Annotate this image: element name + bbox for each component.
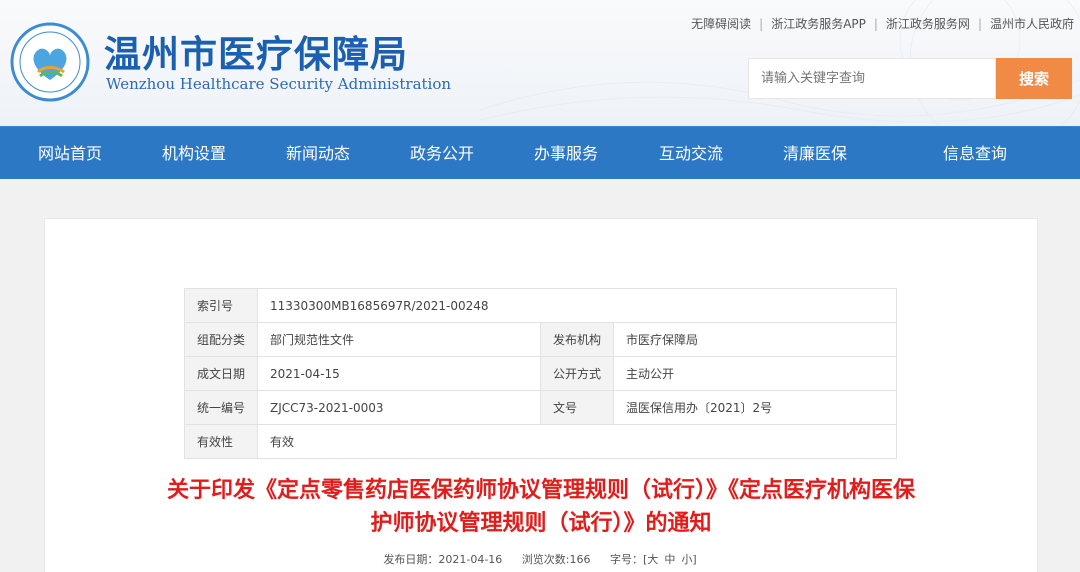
toplink-zj-service-web[interactable]: 浙江政务服务网 — [886, 15, 970, 32]
font-size-small[interactable]: 小 — [681, 553, 692, 566]
top-links: 无障碍阅读 | 浙江政务服务APP | 浙江政务服务网 | 温州市人民政府 — [691, 15, 1074, 32]
document-meta-table: 索引号 11330300MB1685697R/2021-00248 组配分类 部… — [184, 288, 897, 459]
nav-integrity[interactable]: 清廉医保 — [783, 127, 847, 180]
document-title: 关于印发《定点零售药店医保药师协议管理规则（试行）》《定点医疗机构医保 护师协议… — [44, 474, 1038, 540]
meta-value-date-created: 2021-04-15 — [257, 356, 541, 391]
font-size-large[interactable]: 大 — [647, 553, 658, 566]
meta-label-category: 组配分类 — [184, 322, 258, 357]
nav-organization[interactable]: 机构设置 — [162, 127, 226, 180]
toplink-accessibility[interactable]: 无障碍阅读 — [691, 15, 751, 32]
nav-gov-affairs[interactable]: 政务公开 — [410, 127, 474, 180]
site-subtitle: Wenzhou Healthcare Security Administrati… — [106, 75, 452, 93]
nav-home[interactable]: 网站首页 — [38, 127, 102, 180]
font-size-control: 字号：[大中小] — [610, 553, 697, 566]
meta-label-validity: 有效性 — [184, 424, 258, 459]
meta-label-doc-no: 文号 — [540, 390, 614, 425]
font-size-bracket-close: ] — [692, 553, 697, 566]
nav-services[interactable]: 办事服务 — [534, 127, 598, 180]
meta-value-publisher: 市医疗保障局 — [613, 322, 897, 357]
table-row: 组配分类 部门规范性文件 发布机构 市医疗保障局 — [184, 322, 897, 357]
meta-value-doc-no: 温医保信用办〔2021〕2号 — [613, 390, 897, 425]
site-title: 温州市医疗保障局 — [104, 32, 408, 76]
document-info-bar: 发布日期：2021-04-16 浏览次数:166 字号：[大中小] — [0, 551, 1080, 567]
document-title-line-2: 护师协议管理规则（试行）》的通知 — [370, 511, 712, 536]
font-size-medium[interactable]: 中 — [664, 553, 675, 566]
meta-label-unified-no: 统一编号 — [184, 390, 258, 425]
meta-label-publisher: 发布机构 — [540, 322, 614, 357]
search-button[interactable]: 搜索 — [996, 58, 1072, 99]
view-count: 浏览次数:166 — [521, 553, 591, 566]
meta-label-date-created: 成文日期 — [184, 356, 258, 391]
logo-emblem-icon — [10, 22, 90, 102]
nav-news[interactable]: 新闻动态 — [286, 127, 350, 180]
publish-date: 发布日期：2021-04-16 — [383, 553, 503, 566]
font-size-label: 字号：[ — [610, 553, 648, 566]
separator: | — [759, 16, 764, 31]
table-row: 统一编号 ZJCC73-2021-0003 文号 温医保信用办〔2021〕2号 — [184, 390, 897, 425]
toplink-zj-app[interactable]: 浙江政务服务APP — [771, 15, 866, 32]
table-row: 有效性 有效 — [184, 424, 897, 459]
meta-value-publish-mode: 主动公开 — [613, 356, 897, 391]
meta-label-publish-mode: 公开方式 — [540, 356, 614, 391]
meta-value-unified-no: ZJCC73-2021-0003 — [257, 390, 541, 425]
search-input[interactable] — [748, 58, 996, 99]
nav-interaction[interactable]: 互动交流 — [659, 127, 723, 180]
separator: | — [977, 16, 982, 31]
toplink-wz-government[interactable]: 温州市人民政府 — [990, 15, 1074, 32]
document-title-line-1: 关于印发《定点零售药店医保药师协议管理规则（试行）》《定点医疗机构医保 — [166, 478, 915, 503]
site-header: 温州市医疗保障局 Wenzhou Healthcare Security Adm… — [0, 0, 1080, 126]
table-row: 索引号 11330300MB1685697R/2021-00248 — [184, 288, 897, 323]
nav-info-query[interactable]: 信息查询 — [943, 127, 1007, 180]
meta-label-index: 索引号 — [184, 288, 258, 323]
main-nav: 网站首页 机构设置 新闻动态 政务公开 办事服务 互动交流 清廉医保 信息查询 — [0, 126, 1080, 179]
meta-value-index: 11330300MB1685697R/2021-00248 — [257, 288, 897, 323]
table-row: 成文日期 2021-04-15 公开方式 主动公开 — [184, 356, 897, 391]
meta-value-category: 部门规范性文件 — [257, 322, 541, 357]
separator: | — [873, 16, 878, 31]
meta-value-validity: 有效 — [257, 424, 897, 459]
